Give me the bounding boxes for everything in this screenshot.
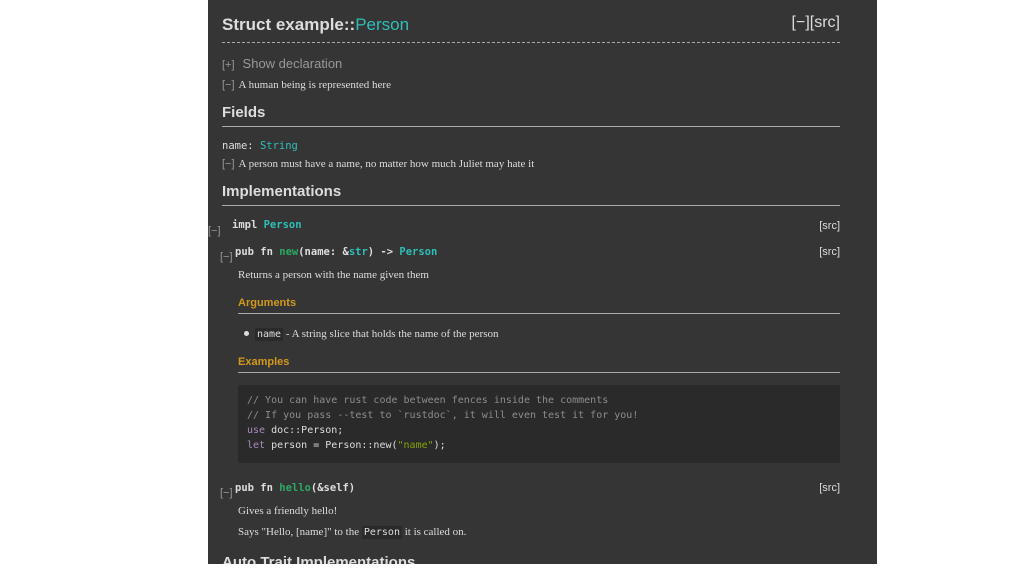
struct-doc-toggle[interactable]: [−] <box>222 79 235 91</box>
argument-item: name - A string slice that holds the nam… <box>255 328 499 341</box>
field-name: name: String <box>222 140 298 152</box>
code-let-binding: person = Person::new( <box>265 440 398 451</box>
show-declaration-label[interactable]: Show declaration <box>243 56 343 71</box>
bullet <box>244 331 249 336</box>
code-line-2: // If you pass --test to `rustdoc`, it w… <box>247 410 639 421</box>
new-fn-toggle[interactable]: [−] <box>220 247 233 265</box>
new-fn-args-open: (name: & <box>298 246 349 258</box>
code-keyword-let: let <box>247 440 266 451</box>
new-fn-src-link[interactable]: [src] <box>819 246 840 258</box>
impl-toggle[interactable]: [−] <box>208 221 221 239</box>
example-code-block: // You can have rust code between fences… <box>238 385 840 463</box>
new-fn-prefix: pub fn <box>235 246 280 258</box>
field-doc-text: A person must have a name, no matter how… <box>238 158 535 170</box>
hello-fn-src-link[interactable]: [src] <box>819 482 840 494</box>
argument-name-code: name <box>255 328 284 341</box>
hello-fn-doc-2: Says "Hello, [name]" to the Person it is… <box>238 526 467 539</box>
show-declaration-toggle[interactable]: [+] <box>222 59 235 71</box>
fields-heading: Fields <box>222 104 840 127</box>
show-declaration-row[interactable]: [+] Show declaration <box>222 55 342 73</box>
hello-fn-name[interactable]: hello <box>279 482 311 494</box>
title-row: Struct example::Person [−][src] <box>222 12 840 43</box>
struct-doc-text: A human being is represented here <box>238 79 391 91</box>
title-prefix: Struct example:: <box>222 15 356 34</box>
collapse-all-src-link[interactable]: [−][src] <box>792 14 840 32</box>
hello-fn-args: (&self) <box>310 482 356 494</box>
examples-heading: Examples <box>238 356 840 373</box>
code-line-4: let person = Person::new("name"); <box>247 440 446 451</box>
field-type-link[interactable]: String <box>260 140 298 152</box>
hello-fn-signature: pub fn hello(&self) <box>235 482 355 494</box>
code-line-end: ); <box>433 440 446 451</box>
hello-fn-doc-1: Gives a friendly hello! <box>238 505 338 517</box>
impl-header: impl Person <box>232 219 302 231</box>
hello-fn-toggle[interactable]: [−] <box>220 483 233 501</box>
new-fn-return-type-link[interactable]: Person <box>399 246 437 258</box>
field-doc-row: [−] A person must have a name, no matter… <box>222 154 534 172</box>
argument-description: - A string slice that holds the name of … <box>283 328 499 340</box>
auto-trait-heading: Auto Trait Implementations <box>222 554 416 564</box>
str-type-link[interactable]: str <box>349 246 368 258</box>
new-fn-signature: pub fn new(name: &str) -> Person <box>235 246 437 258</box>
field-doc-toggle[interactable]: [−] <box>222 158 235 170</box>
code-string-literal: "name" <box>397 440 434 451</box>
new-fn-name[interactable]: new <box>279 246 298 258</box>
code-keyword-use: use <box>247 425 266 436</box>
implementations-heading: Implementations <box>222 183 840 206</box>
impl-src-link[interactable]: [src] <box>819 220 840 232</box>
title-type-name: Person <box>355 15 410 34</box>
code-use-path: doc::Person; <box>265 425 344 436</box>
hello-fn-prefix: pub fn <box>235 482 280 494</box>
new-fn-args-close: ) -> <box>367 246 400 258</box>
hello-doc-suffix: it is called on. <box>401 526 467 538</box>
arguments-heading: Arguments <box>238 297 840 314</box>
struct-doc-row: [−] A human being is represented here <box>222 75 391 93</box>
code-line-1: // You can have rust code between fences… <box>247 395 609 406</box>
hello-doc-prefix: Says "Hello, [name]" to the <box>238 526 362 538</box>
impl-keyword: impl <box>232 219 264 231</box>
rustdoc-page: Struct example::Person [−][src] [+] Show… <box>208 0 877 564</box>
hello-doc-code: Person <box>361 526 402 539</box>
code-line-3: use doc::Person; <box>247 425 343 436</box>
impl-type-link[interactable]: Person <box>264 219 302 231</box>
field-name-label: name: <box>222 140 260 152</box>
new-fn-doc: Returns a person with the name given the… <box>238 269 429 281</box>
page-title: Struct example::Person <box>222 15 409 35</box>
